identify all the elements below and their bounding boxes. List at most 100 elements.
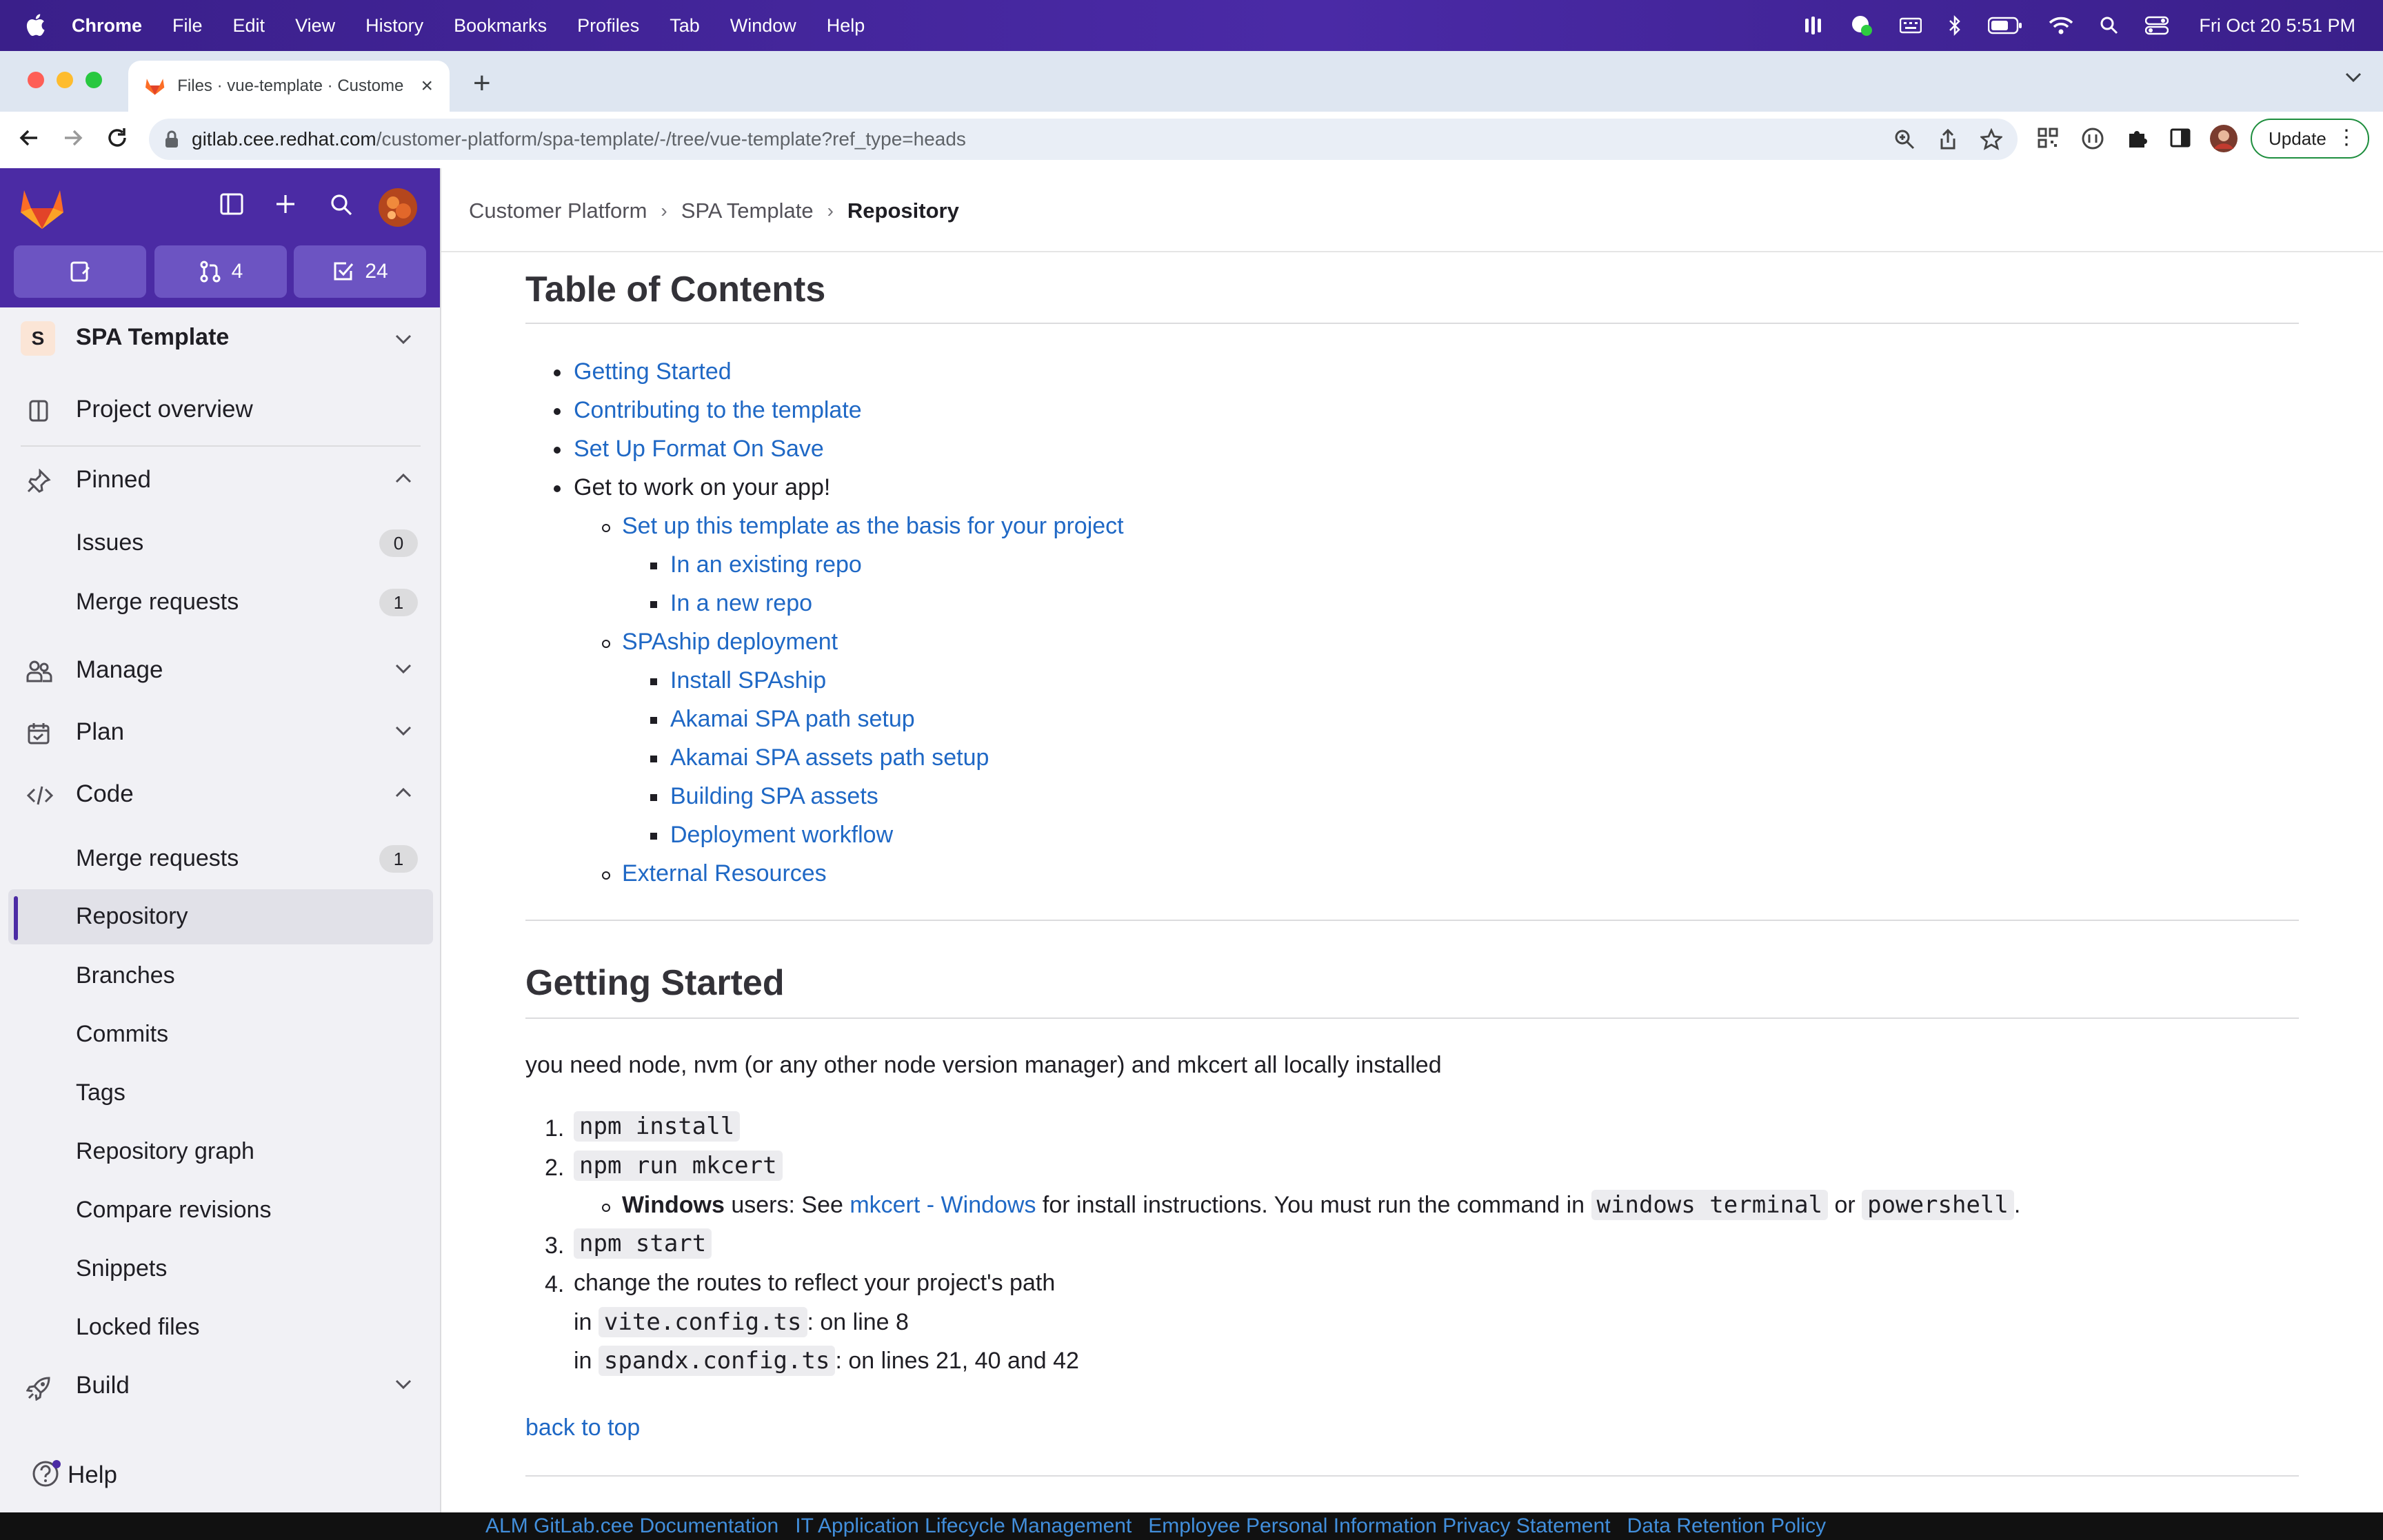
sidebar-section-plan[interactable]: Plan bbox=[0, 706, 440, 761]
project-switcher[interactable]: S SPA Template bbox=[0, 307, 440, 369]
bookmark-star-icon[interactable] bbox=[1980, 128, 2002, 150]
breadcrumb-spa-template[interactable]: SPA Template bbox=[681, 199, 814, 223]
sidebar-item-pinned-merge-requests[interactable]: Merge requests 1 bbox=[0, 575, 440, 630]
toc-link-new-repo[interactable]: In a new repo bbox=[670, 590, 812, 616]
spotlight-search-icon[interactable] bbox=[2100, 16, 2119, 35]
sidebar-item-repository-graph[interactable]: Repository graph bbox=[0, 1124, 440, 1179]
code-npm-start: npm start bbox=[574, 1228, 712, 1259]
wifi-icon[interactable] bbox=[2049, 16, 2073, 35]
side-panel-icon[interactable] bbox=[2169, 127, 2191, 149]
toc-link-setup-template[interactable]: Set up this template as the basis for yo… bbox=[622, 513, 1124, 539]
apple-icon[interactable] bbox=[25, 12, 46, 37]
back-to-top-link[interactable]: back to top bbox=[525, 1415, 640, 1441]
address-bar[interactable]: gitlab.cee.redhat.com/customer-platform/… bbox=[149, 119, 2018, 160]
zoom-icon[interactable] bbox=[1893, 128, 1916, 150]
readme-content: Table of Contents Getting Started Contri… bbox=[441, 252, 2383, 1514]
sidebar-item-merge-requests[interactable]: Merge requests 1 bbox=[0, 831, 440, 886]
toc-link-contributing[interactable]: Contributing to the template bbox=[574, 397, 862, 423]
sidebar-item-branches[interactable]: Branches bbox=[0, 949, 440, 1004]
todos-counter-button[interactable]: 24 bbox=[294, 245, 426, 298]
qr-code-extension-icon[interactable] bbox=[2037, 127, 2059, 149]
toc-link-akamai-assets[interactable]: Akamai SPA assets path setup bbox=[670, 744, 989, 771]
user-avatar-icon[interactable] bbox=[378, 188, 418, 227]
footer-link-data-retention[interactable]: Data Retention Policy bbox=[1627, 1514, 1827, 1538]
chrome-menu-icon[interactable]: ⋮ bbox=[2336, 125, 2357, 150]
address-bar-url[interactable]: gitlab.cee.redhat.com/customer-platform/… bbox=[192, 128, 966, 150]
link-mkcert-windows[interactable]: mkcert - Windows bbox=[849, 1192, 1036, 1218]
forward-arrow-icon[interactable] bbox=[61, 125, 86, 150]
toc-link-existing-repo[interactable]: In an existing repo bbox=[670, 551, 862, 578]
menu-history[interactable]: History bbox=[365, 15, 423, 37]
extension-circle-icon[interactable] bbox=[2081, 127, 2104, 150]
sidebar-item-locked-files[interactable]: Locked files bbox=[0, 1300, 440, 1355]
issues-counter-button[interactable] bbox=[14, 245, 146, 298]
search-icon[interactable] bbox=[330, 193, 353, 216]
keyboard-icon[interactable] bbox=[1900, 17, 1922, 34]
breadcrumb-customer-platform[interactable]: Customer Platform bbox=[469, 199, 647, 223]
reload-icon[interactable] bbox=[105, 125, 130, 150]
sidebar-toggle-icon[interactable] bbox=[219, 192, 244, 216]
new-tab-button[interactable]: + bbox=[473, 66, 491, 101]
footer-link-alm[interactable]: IT Application Lifecycle Management bbox=[795, 1514, 1132, 1538]
bluetooth-icon[interactable] bbox=[1948, 14, 1962, 37]
menu-bookmarks[interactable]: Bookmarks bbox=[454, 15, 547, 37]
toc-item-get-to-work: Get to work on your app! bbox=[574, 474, 831, 500]
footer-link-privacy[interactable]: Employee Personal Information Privacy St… bbox=[1148, 1514, 1610, 1538]
window-minimize-button[interactable] bbox=[57, 72, 73, 88]
site-info-lock-icon[interactable] bbox=[164, 130, 179, 149]
sidebar-item-label: Compare revisions bbox=[76, 1197, 272, 1223]
toc-link-akamai-path[interactable]: Akamai SPA path setup bbox=[670, 706, 915, 732]
sidebar-item-pinned-issues[interactable]: Issues 0 bbox=[0, 516, 440, 571]
menu-app-chrome[interactable]: Chrome bbox=[72, 15, 142, 37]
menu-view[interactable]: View bbox=[295, 15, 335, 37]
create-new-plus-icon[interactable] bbox=[274, 193, 296, 215]
chrome-update-button[interactable]: Update ⋮ bbox=[2251, 119, 2369, 159]
messaging-status-icon[interactable] bbox=[1850, 14, 1873, 37]
sidebar-item-project-overview[interactable]: Project overview bbox=[0, 383, 440, 438]
breadcrumb-repository[interactable]: Repository bbox=[847, 199, 959, 223]
toc-link-install-spaship[interactable]: Install SPAship bbox=[670, 667, 826, 693]
toc-link-getting-started[interactable]: Getting Started bbox=[574, 358, 732, 385]
sidebar-item-label: Repository bbox=[76, 903, 188, 929]
step-number: 3. bbox=[545, 1233, 565, 1259]
share-icon[interactable] bbox=[1938, 128, 1958, 150]
footer-link-documentation[interactable]: ALM GitLab.cee Documentation bbox=[485, 1514, 778, 1538]
sidebar-section-pinned[interactable]: Pinned bbox=[0, 454, 440, 509]
gitlab-logo-icon[interactable] bbox=[19, 188, 65, 230]
toc-link-format-on-save[interactable]: Set Up Format On Save bbox=[574, 436, 824, 462]
battery-icon[interactable] bbox=[1988, 17, 2022, 34]
sidebar-item-commits[interactable]: Commits bbox=[0, 1007, 440, 1062]
toc-link-spaship-deployment[interactable]: SPAship deployment bbox=[622, 629, 838, 655]
menu-bar-clock[interactable]: Fri Oct 20 5:51 PM bbox=[2199, 15, 2355, 37]
menu-window[interactable]: Window bbox=[730, 15, 796, 37]
tab-close-icon[interactable]: × bbox=[421, 74, 433, 98]
sidebar-item-repository[interactable]: Repository bbox=[8, 889, 433, 944]
audio-bars-icon[interactable] bbox=[1803, 15, 1824, 36]
menu-edit[interactable]: Edit bbox=[233, 15, 265, 37]
control-center-icon[interactable] bbox=[2145, 16, 2169, 35]
help-button[interactable]: Help bbox=[0, 1445, 440, 1500]
tab-search-chevron-icon[interactable] bbox=[2344, 72, 2362, 83]
browser-tab-active[interactable]: Files · vue-template · Custome × bbox=[128, 61, 450, 112]
sidebar-item-compare-revisions[interactable]: Compare revisions bbox=[0, 1183, 440, 1238]
extensions-puzzle-icon[interactable] bbox=[2126, 127, 2149, 149]
menu-profiles[interactable]: Profiles bbox=[577, 15, 639, 37]
window-close-button[interactable] bbox=[28, 72, 44, 88]
toc-link-building-assets[interactable]: Building SPA assets bbox=[670, 783, 878, 809]
menu-help[interactable]: Help bbox=[827, 15, 865, 37]
profile-avatar-icon[interactable] bbox=[2209, 124, 2238, 153]
menu-file[interactable]: File bbox=[172, 15, 203, 37]
sidebar-section-build[interactable]: Build bbox=[0, 1359, 440, 1415]
sidebar-section-manage[interactable]: Manage bbox=[0, 644, 440, 699]
windows-text-a: users: See bbox=[724, 1192, 850, 1218]
sidebar-item-snippets[interactable]: Snippets bbox=[0, 1242, 440, 1297]
toc-link-deployment-workflow[interactable]: Deployment workflow bbox=[670, 822, 893, 848]
merge-requests-counter-button[interactable]: 4 bbox=[154, 245, 287, 298]
sidebar-section-code[interactable]: Code bbox=[0, 768, 440, 823]
toc-link-external-resources[interactable]: External Resources bbox=[622, 860, 827, 886]
sidebar-item-tags[interactable]: Tags bbox=[0, 1066, 440, 1121]
menu-tab[interactable]: Tab bbox=[670, 15, 700, 37]
sidebar-item-label: Branches bbox=[76, 962, 175, 989]
window-zoom-button[interactable] bbox=[86, 72, 102, 88]
back-arrow-icon[interactable] bbox=[17, 125, 41, 150]
